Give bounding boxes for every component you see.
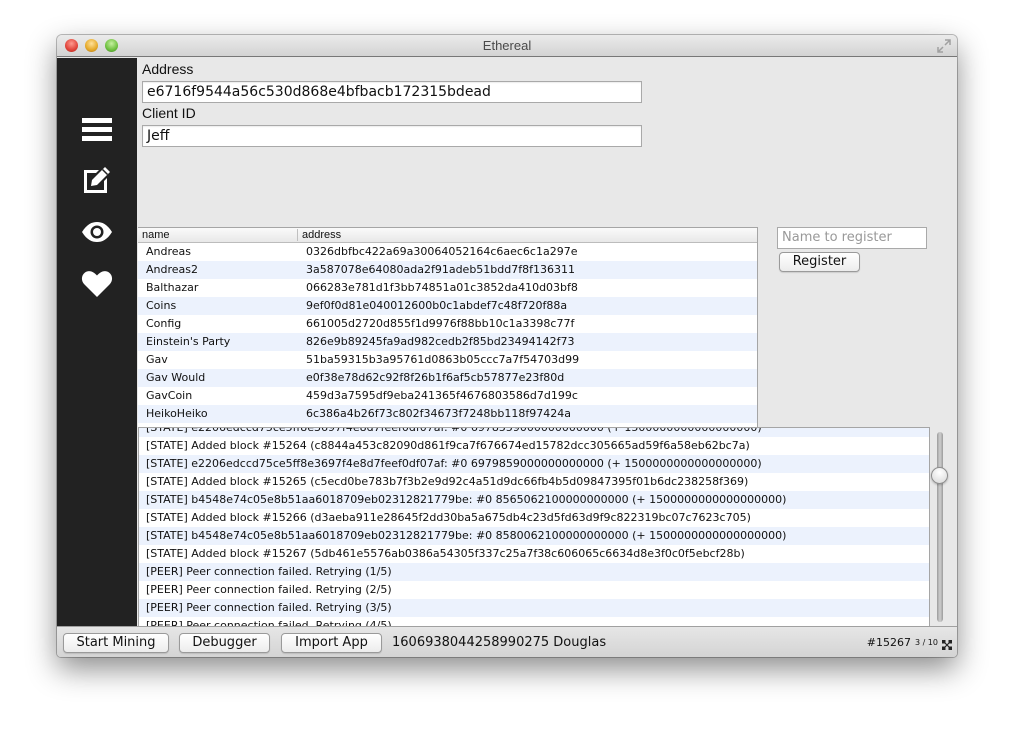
log-line: [STATE] e2206edccd75ce5ff8e3697f4e8d7fee…: [139, 428, 929, 437]
log-slider-knob[interactable]: [931, 466, 948, 484]
log-line: [STATE] b4548e74c05e8b51aa6018709eb02312…: [139, 527, 929, 545]
row-name: Balthazar: [146, 281, 199, 294]
log-line: [STATE] Added block #15266 (d3aeba911e28…: [146, 511, 751, 524]
row-name: GavCoin: [146, 389, 193, 402]
log-line: [STATE] Added block #15265 (c5ecd0be783b…: [146, 475, 749, 488]
name-registry-table: name address Andreas 0326dbfbc422a69a3006…: [138, 227, 758, 428]
row-address: 6c386a4b26f73c802f34673f7248bb118f97424a: [306, 407, 571, 420]
table-row[interactable]: Balthazar 066283e781d1f3bb74851a01c3852da…: [138, 279, 757, 297]
column-separator[interactable]: [297, 229, 298, 241]
block-number: #15267: [866, 636, 911, 649]
name-to-register-input[interactable]: Name to register: [777, 227, 927, 249]
row-address: 661005d2720d855f1d9976f88bb10c1a3398c77f: [306, 317, 575, 330]
table-row[interactable]: Andreas2 3a587078e64080ada2f91adeb51bdd7f…: [138, 261, 757, 279]
row-name: Config: [146, 317, 182, 330]
log-line: [STATE] b4548e74c05e8b51aa6018709eb02312…: [139, 491, 929, 509]
row-address: 066283e781d1f3bb74851a01c3852da410d03bf8: [306, 281, 578, 294]
client-id-input[interactable]: Jeff: [142, 125, 642, 147]
table-header: name address: [138, 228, 757, 243]
network-icon: [942, 637, 952, 650]
table-row[interactable]: Gav Would e0f38e78d62c92f8f26b1f6af5cb578…: [138, 369, 757, 387]
sidebar: [57, 58, 137, 626]
table-row[interactable]: Config 661005d2720d855f1d9976f88bb10c1a33…: [138, 315, 757, 333]
log-line: [PEER] Peer connection failed. Retrying …: [146, 583, 392, 596]
row-name: HeikoHeiko: [146, 407, 208, 420]
heart-icon[interactable]: [81, 268, 113, 300]
table-body: Andreas 0326dbfbc422a69a30064052164c6aec6…: [138, 243, 757, 423]
edit-icon[interactable]: [81, 164, 113, 196]
close-window-button[interactable]: [65, 39, 78, 52]
row-name: Andreas2: [146, 263, 198, 276]
log-view: [STATE] e2206edccd75ce5ff8e3697f4e8d7fee…: [138, 427, 930, 627]
row-address: 3a587078e64080ada2f91adeb51bdd7f8f136311: [306, 263, 575, 276]
row-address: 0326dbfbc422a69a30064052164c6aec6c1a297e: [306, 245, 578, 258]
row-name: Einstein's Party: [146, 335, 231, 348]
table-row[interactable]: HeikoHeiko 6c386a4b26f73c802f34673f7248bb…: [138, 405, 757, 423]
log-line: [PEER] Peer connection failed. Retrying …: [139, 599, 929, 617]
zoom-window-button[interactable]: [105, 39, 118, 52]
table-row[interactable]: Gav 51ba59315b3a95761d0863b05ccc7a7f54703…: [138, 351, 757, 369]
register-button[interactable]: Register: [779, 252, 860, 272]
row-address: 51ba59315b3a95761d0863b05ccc7a7f54703d99: [306, 353, 580, 366]
row-name: Andreas: [146, 245, 191, 258]
address-label: Address: [142, 61, 194, 77]
table-row[interactable]: Coins 9ef0f0d81e040012600b0c1abdef7c48f72…: [138, 297, 757, 315]
log-slider-track[interactable]: [937, 432, 943, 622]
minimize-window-button[interactable]: [85, 39, 98, 52]
column-header-name[interactable]: name: [142, 229, 170, 241]
import-app-button[interactable]: Import App: [281, 633, 382, 653]
table-row[interactable]: Andreas 0326dbfbc422a69a30064052164c6aec6…: [138, 243, 757, 261]
row-address: e0f38e78d62c92f8f26b1f6af5cb57877e23f80d: [306, 371, 565, 384]
log-lines: [STATE] e2206edccd75ce5ff8e3697f4e8d7fee…: [139, 428, 929, 626]
title-bar: Ethereal: [57, 35, 957, 57]
balance-text: 1606938044258990275 Douglas: [392, 635, 607, 650]
client-id-label: Client ID: [142, 105, 196, 121]
eye-icon[interactable]: [81, 216, 113, 248]
row-address: 826e9b89245fa9ad982cedb2f85bd23494142f73: [306, 335, 575, 348]
address-input[interactable]: e6716f9544a56c530d868e4bfbacb172315bdead: [142, 81, 642, 103]
table-row[interactable]: Einstein's Party 826e9b89245fa9ad982cedb2…: [138, 333, 757, 351]
status-bar: Start Mining Debugger Import App 1606938…: [57, 626, 957, 657]
app-window: Ethereal Address e6716f9544a56c530d868e4…: [57, 35, 957, 657]
row-name: Gav Would: [146, 371, 206, 384]
column-header-address[interactable]: address: [302, 229, 341, 241]
log-line: [PEER] Peer connection failed. Retrying …: [139, 563, 929, 581]
window-title: Ethereal: [482, 38, 532, 53]
row-name: Gav: [146, 353, 168, 366]
menu-icon[interactable]: [81, 114, 113, 146]
row-address: 9ef0f0d81e040012600b0c1abdef7c48f720f88a: [306, 299, 568, 312]
table-row[interactable]: GavCoin 459d3a7595df9eba241365f4676803586…: [138, 387, 757, 405]
row-address: 459d3a7595df9eba241365f4676803586d7d199c: [306, 389, 578, 402]
log-line: [STATE] Added block #15267 (5db461e5576a…: [146, 547, 745, 560]
start-mining-button[interactable]: Start Mining: [63, 633, 169, 653]
debugger-button[interactable]: Debugger: [179, 633, 270, 653]
fullscreen-icon[interactable]: [937, 39, 951, 53]
peer-count: 3 / 10: [914, 638, 938, 647]
log-line: [STATE] Added block #15264 (c8844a453c82…: [146, 439, 750, 452]
row-name: Coins: [146, 299, 177, 312]
log-line: [STATE] e2206edccd75ce5ff8e3697f4e8d7fee…: [139, 455, 929, 473]
